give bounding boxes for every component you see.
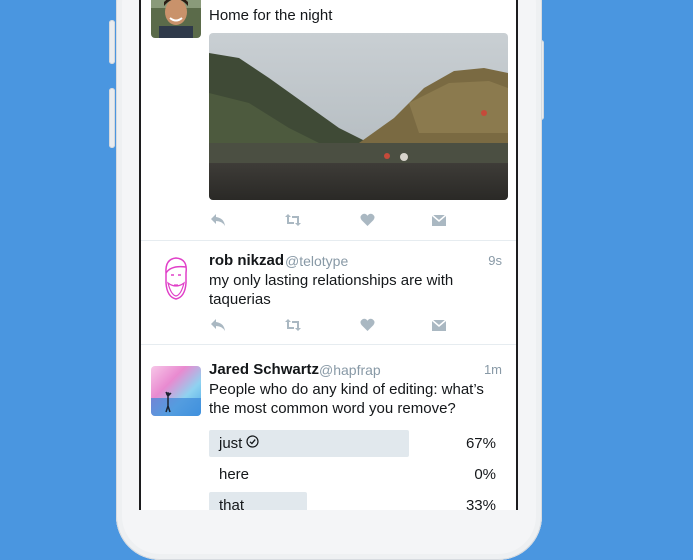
tweet-timestamp[interactable]: 1m [484, 362, 502, 377]
author-name[interactable]: Jared Schwartz [209, 361, 319, 378]
timeline-screen[interactable]: Home for the night rob nikzad @telotype … [139, 0, 518, 510]
like-icon[interactable] [356, 211, 378, 229]
poll-option-percent: 67% [465, 435, 496, 452]
avatar[interactable] [151, 253, 201, 303]
poll-option[interactable]: here 0% [209, 461, 496, 488]
retweet-icon[interactable] [282, 316, 304, 334]
avatar-gradient-image [151, 366, 201, 416]
poll-option-label: that [219, 497, 245, 510]
phone-mute-switch [109, 20, 115, 64]
retweet-icon[interactable] [282, 211, 304, 229]
direct-message-icon[interactable] [428, 316, 450, 334]
poll-option[interactable]: just 67% [209, 430, 496, 457]
avatar[interactable] [151, 366, 201, 416]
tweet-text: my only lasting relationships are with t… [209, 272, 454, 308]
tweet-photo[interactable]: Home for the night [141, 0, 516, 240]
reply-icon[interactable] [207, 316, 229, 334]
checkmark-circle-icon [246, 435, 259, 452]
phone-volume-button [109, 88, 115, 148]
like-icon[interactable] [356, 316, 378, 334]
poll-option-percent: 0% [474, 466, 496, 483]
poll-option[interactable]: that 33% [209, 492, 496, 510]
poll-option-label: here [219, 466, 250, 483]
poll-option-percent: 33% [465, 497, 496, 510]
author-handle[interactable]: @hapfrap [319, 362, 381, 378]
tweet-timestamp[interactable]: 9s [488, 253, 502, 268]
reply-icon[interactable] [207, 211, 229, 229]
author-handle[interactable]: @telotype [285, 253, 348, 269]
author-name[interactable]: rob nikzad [209, 252, 284, 269]
tweet-text: People who do any kind of editing: what’… [209, 381, 484, 417]
poll-option-label: just [219, 435, 243, 452]
tweet-jared-schwartz[interactable]: Jared Schwartz @hapfrap 1m People who do… [141, 345, 516, 510]
tweet-text: Home for the night [209, 7, 333, 24]
tweet-rob-nikzad[interactable]: rob nikzad @telotype 9s my only lasting … [141, 241, 516, 344]
avatar-photo [151, 0, 201, 38]
avatar[interactable] [151, 0, 201, 38]
tweet-actions [207, 211, 447, 231]
direct-message-icon[interactable] [428, 211, 450, 229]
landscape-photo [209, 33, 508, 200]
tweet-actions [207, 316, 447, 336]
avatar-illustration [165, 257, 188, 300]
tweet-photo-image[interactable] [209, 33, 508, 200]
